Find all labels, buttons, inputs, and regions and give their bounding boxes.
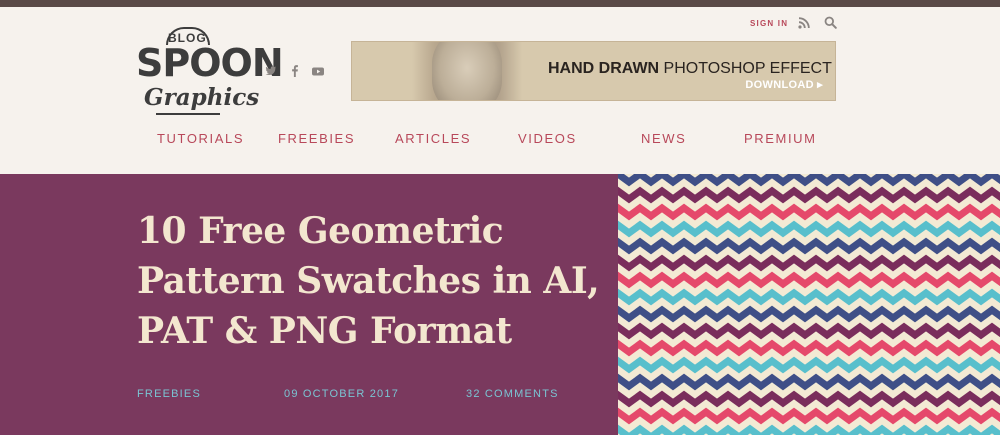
youtube-icon[interactable] [311,65,325,79]
chevron-stripe [618,254,1000,272]
rss-icon[interactable] [798,16,812,30]
nav-articles[interactable]: ARTICLES [395,131,471,146]
nav-videos[interactable]: VIDEOS [518,131,577,146]
ad-banner[interactable]: HAND DRAWN PHOTOSHOP EFFECT DOWNLOAD ▸ [351,41,836,101]
chevron-stripe [618,271,1000,289]
banner-photo [412,42,522,100]
article-category[interactable]: FREEBIES [137,388,201,400]
banner-download-link[interactable]: DOWNLOAD ▸ [745,78,823,91]
chevron-stripe [618,373,1000,391]
chevron-stripe [618,288,1000,306]
top-strip [0,0,1000,7]
chevron-stripe [618,356,1000,374]
article-title[interactable]: 10 Free Geometric Pattern Swatches in AI… [137,206,607,356]
chevron-stripe [618,174,1000,187]
nav-news[interactable]: NEWS [641,131,686,146]
nav-freebies[interactable]: FREEBIES [278,131,355,146]
chevron-stripe [618,186,1000,204]
chevron-stripe [618,339,1000,357]
logo-swash [156,113,220,115]
sign-in-link[interactable]: SIGN IN [750,19,788,28]
site-header: BLOG. SPOON Graphics SIGN IN HAND DRAWN … [0,7,1000,174]
chevron-stripe [618,322,1000,340]
search-icon[interactable] [824,16,838,30]
article-date: 09 OCTOBER 2017 [284,388,400,400]
main-nav: TUTORIALS FREEBIES ARTICLES VIDEOS NEWS … [0,131,1000,151]
chevron-stripe [618,407,1000,425]
banner-headline-rest: PHOTOSHOP EFFECT [659,60,832,77]
chevron-stripe [618,424,1000,435]
article-comments[interactable]: 32 COMMENTS [466,388,559,400]
facebook-icon[interactable] [288,65,302,79]
hero-panel: 10 Free Geometric Pattern Swatches in AI… [0,174,618,435]
chevron-pattern [618,174,1000,435]
nav-premium[interactable]: PREMIUM [744,131,817,146]
chevron-stripe [618,305,1000,323]
banner-headline: HAND DRAWN PHOTOSHOP EFFECT [548,60,832,78]
logo-graphics-text: Graphics [144,84,260,111]
chevron-stripe [618,237,1000,255]
nav-tutorials[interactable]: TUTORIALS [157,131,244,146]
featured-image[interactable] [618,174,1000,435]
logo-spoon-text: SPOON [136,41,284,85]
twitter-icon[interactable] [264,65,278,79]
chevron-stripe [618,220,1000,238]
chevron-stripe [618,390,1000,408]
chevron-stripe [618,203,1000,221]
banner-headline-bold: HAND DRAWN [548,60,660,77]
site-logo[interactable]: BLOG. SPOON Graphics [136,25,284,125]
